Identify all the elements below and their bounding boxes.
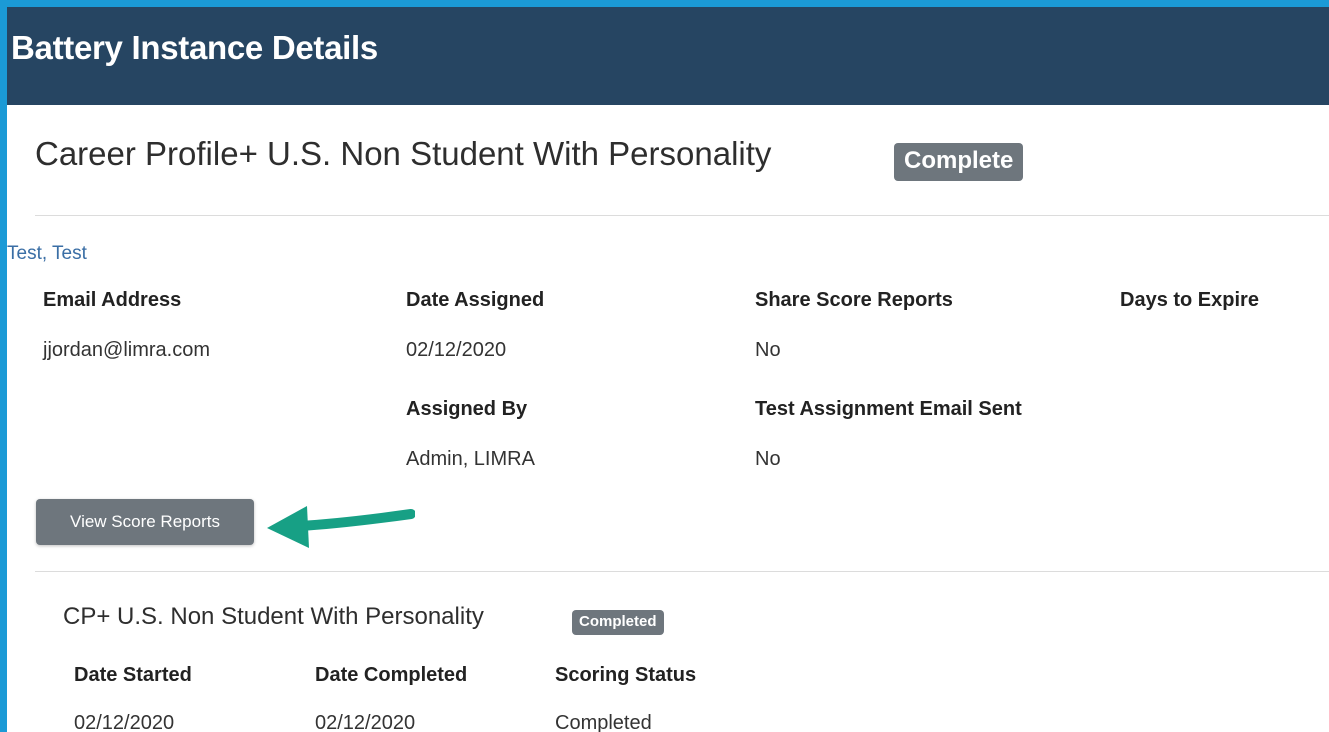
- section-divider-2: [35, 571, 1329, 572]
- view-score-reports-button[interactable]: View Score Reports: [36, 499, 254, 545]
- date-completed-label: Date Completed: [315, 664, 468, 686]
- test-status-badge: Completed: [572, 610, 664, 635]
- email-address-value: jjordan@limra.com: [43, 339, 211, 361]
- candidate-name-link[interactable]: Test, Test: [7, 243, 87, 265]
- assigned-by-label: Assigned By: [406, 398, 528, 420]
- battery-status-badge: Complete: [894, 143, 1024, 181]
- share-score-reports-label: Share Score Reports: [755, 289, 953, 311]
- date-assigned-value: 02/12/2020: [406, 339, 507, 361]
- date-assigned-label: Date Assigned: [406, 289, 545, 311]
- test-title: CP+ U.S. Non Student With Personality: [63, 603, 484, 630]
- test-assignment-email-sent-label: Test Assignment Email Sent: [755, 398, 1022, 420]
- share-score-reports-value: No: [755, 339, 781, 361]
- email-address-label: Email Address: [43, 289, 182, 311]
- date-started-label: Date Started: [74, 664, 192, 686]
- date-started-value: 02/12/2020: [74, 712, 175, 732]
- days-to-expire-label: Days to Expire: [1120, 289, 1259, 311]
- date-completed-value: 02/12/2020: [315, 712, 416, 732]
- page-header: Battery Instance Details: [7, 7, 1329, 105]
- assigned-by-value: Admin, LIMRA: [406, 448, 535, 470]
- scoring-status-value: Completed: [555, 712, 652, 732]
- screenshot-frame: Battery Instance Details Career Profile+…: [0, 0, 1329, 732]
- battery-title: Career Profile+ U.S. Non Student With Pe…: [35, 135, 772, 172]
- page-title: Battery Instance Details: [11, 29, 378, 66]
- pointer-arrow-icon: [267, 506, 415, 548]
- scoring-status-label: Scoring Status: [555, 664, 697, 686]
- section-divider: [35, 215, 1329, 216]
- test-assignment-email-sent-value: No: [755, 448, 781, 470]
